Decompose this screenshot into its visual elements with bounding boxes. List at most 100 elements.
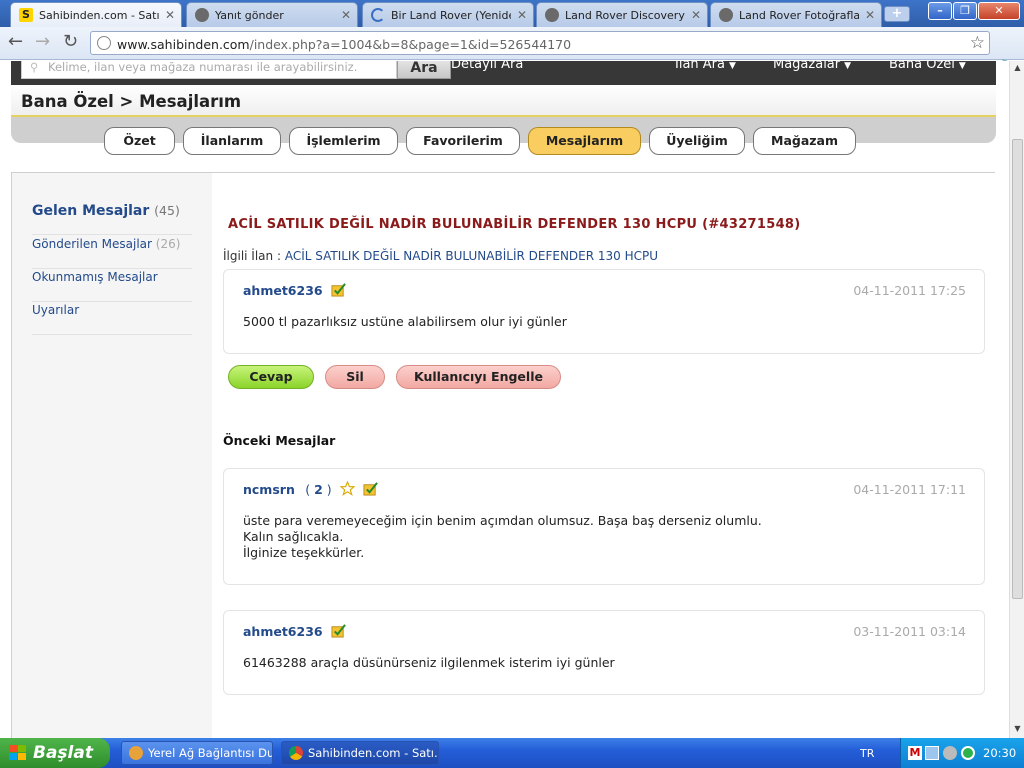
sidebar-item-unread[interactable]: Okunmamış Mesajlar [32, 270, 192, 302]
message-line: 61463288 araçla düsünürseniz ilgilenmek … [243, 655, 615, 670]
sidebar-item-label: Uyarılar [32, 303, 80, 317]
tab-title: Bir Land Rover (Yeniden) D [391, 9, 511, 22]
scroll-down-arrow-icon[interactable]: ▼ [1012, 724, 1023, 736]
previous-messages-heading: Önceki Mesajlar [223, 433, 336, 448]
sidebar-item-label: Gelen Mesajlar [32, 203, 150, 219]
message-main: ACİL SATILIK DEĞİL NADİR BULUNABİLİR DEF… [212, 173, 995, 738]
sidebar-item-warnings[interactable]: Uyarılar [32, 303, 192, 335]
volume-icon[interactable] [943, 746, 957, 760]
nav-magazalar[interactable]: Mağazalar ▼ [773, 61, 851, 72]
tab-ozet[interactable]: Özet [104, 127, 175, 155]
page-favicon-icon [195, 8, 209, 22]
delete-button[interactable]: Sil [325, 365, 385, 389]
related-listing-link[interactable]: ACİL SATILIK DEĞİL NADİR BULUNABİLİR DEF… [285, 249, 658, 263]
message-date: 04-11-2011 17:25 [853, 283, 966, 298]
tab-close-icon[interactable]: ✕ [865, 8, 875, 22]
tab-mesajlarim[interactable]: Mesajlarım [528, 127, 641, 155]
network-tray-icon[interactable] [925, 746, 939, 760]
rating-value: 2 [314, 482, 323, 497]
caret-down-icon: ▼ [729, 61, 736, 71]
browser-tab-bar: S Sahibinden.com - Satılık, K ✕ Yanıt gö… [0, 0, 1024, 27]
loading-spinner-icon [371, 8, 385, 22]
minimize-button[interactable]: – [928, 2, 952, 20]
author-name: ahmet6236 [243, 624, 323, 639]
scroll-up-arrow-icon[interactable]: ▲ [1012, 63, 1023, 75]
message-author[interactable]: ncmsrn ( 2 ) [243, 481, 379, 497]
browser-tab-photos[interactable]: Land Rover Fotoğrafları ✕ [710, 2, 882, 27]
forward-arrow-icon[interactable]: → [35, 33, 50, 51]
browser-tab-land-rover[interactable]: Bir Land Rover (Yeniden) D ✕ [362, 2, 534, 27]
star-icon [340, 481, 356, 496]
reply-button[interactable]: Cevap [228, 365, 314, 389]
message-date: 04-11-2011 17:11 [853, 482, 966, 497]
message-line: Kalın sağlıcakla. [243, 529, 344, 544]
message-body: 61463288 araçla düsünürseniz ilgilenmek … [243, 655, 615, 671]
verified-check-icon [331, 624, 346, 638]
new-tab-button[interactable]: + [884, 6, 910, 22]
status-tray-icon[interactable] [961, 746, 975, 760]
rating-open: ( [305, 482, 311, 497]
verified-check-icon [331, 283, 346, 297]
tab-close-icon[interactable]: ✕ [517, 8, 527, 22]
tab-close-icon[interactable]: ✕ [341, 8, 351, 22]
browser-tab-yanit[interactable]: Yanıt gönder ✕ [186, 2, 358, 27]
site-top-nav: ⚲ Kelime, ilan veya mağaza numarası ile … [11, 61, 996, 85]
current-message-card: ahmet6236 04-11-2011 17:25 5000 tl pazar… [223, 269, 985, 354]
tab-title: Yanıt gönder [215, 9, 284, 22]
chrome-icon [289, 746, 303, 760]
windows-logo-icon [9, 745, 26, 760]
maximize-button[interactable]: ❐ [953, 2, 977, 20]
related-listing: İlgili İlan : ACİL SATILIK DEĞİL NADİR B… [223, 249, 658, 263]
nav-label: İlan Ara [675, 61, 725, 72]
search-icon: ⚲ [30, 61, 39, 74]
tab-ilanlarim[interactable]: İlanlarım [183, 127, 281, 155]
tab-title: Land Rover Fotoğrafları [739, 9, 859, 22]
close-window-button[interactable]: ✕ [978, 2, 1020, 20]
block-user-button[interactable]: Kullanıcıyı Engelle [396, 365, 561, 389]
tab-magazam[interactable]: Mağazam [753, 127, 856, 155]
search-placeholder: Kelime, ilan veya mağaza numarası ile ar… [48, 61, 358, 74]
page-viewport: ⚲ Kelime, ilan veya mağaza numarası ile … [0, 61, 1009, 738]
search-button[interactable]: Ara [397, 61, 451, 79]
browser-toolbar: ← → ↻ www.sahibinden.com/index.php?a=100… [0, 27, 1024, 79]
clock[interactable]: 20:30 [983, 746, 1016, 760]
taskbar-item-label: Sahibinden.com - Satı... [308, 746, 439, 760]
gmail-icon[interactable]: M [908, 746, 922, 760]
tab-close-icon[interactable]: ✕ [691, 8, 701, 22]
sidebar-item-sent[interactable]: Gönderilen Mesajlar (26) [32, 237, 192, 269]
tab-close-icon[interactable]: ✕ [165, 8, 175, 22]
language-indicator[interactable]: TR [860, 747, 874, 760]
message-author[interactable]: ahmet6236 [243, 623, 346, 639]
reload-icon[interactable]: ↻ [63, 33, 78, 51]
message-body: 5000 tl pazarlıksız ustüne alabilirsem o… [243, 314, 567, 329]
caret-down-icon: ▼ [844, 61, 852, 71]
site-search-input[interactable]: ⚲ Kelime, ilan veya mağaza numarası ile … [21, 61, 397, 79]
detailed-search-link[interactable]: Detaylı Ara [451, 61, 523, 72]
message-date: 03-11-2011 03:14 [853, 624, 966, 639]
page-favicon-icon [719, 8, 733, 22]
address-bar[interactable]: www.sahibinden.com/index.php?a=1004&b=8&… [90, 31, 990, 55]
message-body: üste para veremeyeceğim için benim açımd… [243, 513, 762, 561]
taskbar-item-network[interactable]: Yerel Ağ Bağlantısı Du... [121, 741, 273, 765]
tab-islemlerim[interactable]: İşlemlerim [289, 127, 398, 155]
sidebar-item-inbox[interactable]: Gelen Mesajlar (45) [32, 203, 192, 235]
browser-tab-discovery[interactable]: Land Rover Discovery V8i ✕ [536, 2, 708, 27]
network-icon [129, 746, 143, 760]
scrollbar-thumb[interactable] [1012, 139, 1023, 599]
taskbar-item-chrome[interactable]: Sahibinden.com - Satı... [281, 741, 439, 765]
author-rating: ( 2 ) [305, 482, 331, 497]
start-button[interactable]: Başlat [0, 738, 110, 768]
author-name: ahmet6236 [243, 283, 323, 298]
page-scrollbar[interactable]: ▲ ▼ [1009, 61, 1024, 738]
browser-tab-sahibinden[interactable]: S Sahibinden.com - Satılık, K ✕ [10, 2, 182, 27]
message-author[interactable]: ahmet6236 [243, 282, 346, 298]
bookmark-star-icon[interactable]: ☆ [970, 33, 985, 53]
back-arrow-icon[interactable]: ← [8, 33, 23, 51]
tab-uyeligim[interactable]: Üyeliğim [649, 127, 745, 155]
url-text[interactable]: www.sahibinden.com/index.php?a=1004&b=8&… [117, 37, 571, 52]
taskbar-item-label: Yerel Ağ Bağlantısı Du... [148, 746, 273, 760]
nav-ilan-ara[interactable]: İlan Ara ▼ [675, 61, 736, 72]
tab-favorilerim[interactable]: Favorilerim [406, 127, 520, 155]
nav-bana-ozel[interactable]: Bana Özel ▼ [889, 61, 966, 72]
message-line: İlginize teşekkürler. [243, 545, 365, 560]
